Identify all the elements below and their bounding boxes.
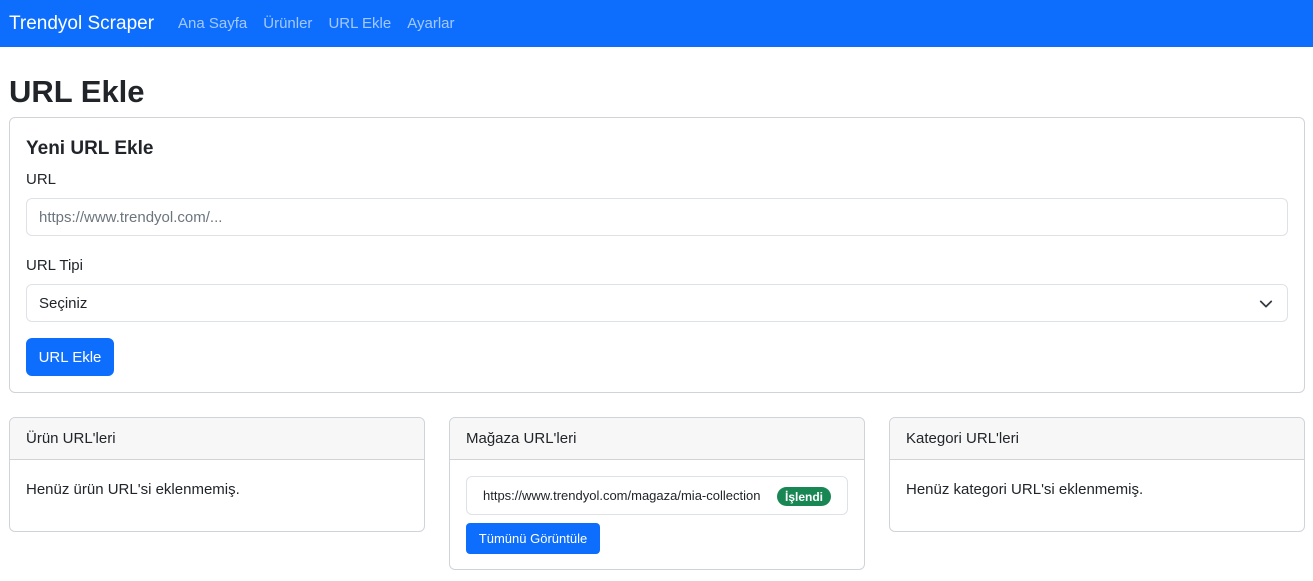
view-all-button[interactable]: Tümünü Görüntüle [466, 523, 600, 554]
nav-link-add-url[interactable]: URL Ekle [328, 16, 391, 31]
navbar: Trendyol Scraper Ana Sayfa Ürünler URL E… [0, 0, 1313, 47]
product-urls-header: Ürün URL'leri [10, 418, 424, 460]
store-urls-header: Mağaza URL'leri [450, 418, 864, 460]
store-url-text: https://www.trendyol.com/magaza/mia-coll… [483, 488, 761, 503]
url-type-label: URL Tipi [26, 257, 83, 274]
store-url-item[interactable]: https://www.trendyol.com/magaza/mia-coll… [466, 476, 848, 515]
nav-link-settings[interactable]: Ayarlar [407, 16, 454, 31]
url-input[interactable] [26, 198, 1288, 236]
url-type-selected-value: Seçiniz [39, 294, 88, 312]
url-type-select[interactable]: Seçiniz [26, 284, 1288, 322]
status-badge: İşlendi [776, 487, 831, 506]
navbar-brand[interactable]: Trendyol Scraper [9, 14, 154, 33]
store-urls-card: Mağaza URL'leri https://www.trendyol.com… [449, 417, 865, 570]
category-urls-empty-message: Henüz kategori URL'si eklenmemiş. [906, 481, 1144, 498]
product-urls-card: Ürün URL'leri Henüz ürün URL'si eklenmem… [9, 417, 425, 532]
page-title: URL Ekle [9, 74, 145, 109]
chevron-down-icon [1259, 300, 1273, 308]
nav-link-home[interactable]: Ana Sayfa [178, 16, 247, 31]
product-urls-empty-message: Henüz ürün URL'si eklenmemiş. [26, 481, 240, 498]
category-urls-card: Kategori URL'leri Henüz kategori URL'si … [889, 417, 1305, 532]
form-title: Yeni URL Ekle [26, 138, 154, 159]
category-urls-header: Kategori URL'leri [890, 418, 1304, 460]
nav-link-products[interactable]: Ürünler [263, 16, 312, 31]
add-url-button[interactable]: URL Ekle [26, 338, 114, 376]
add-url-form-card: Yeni URL Ekle URL URL Tipi Seçiniz URL E… [9, 117, 1305, 393]
url-label: URL [26, 171, 57, 188]
